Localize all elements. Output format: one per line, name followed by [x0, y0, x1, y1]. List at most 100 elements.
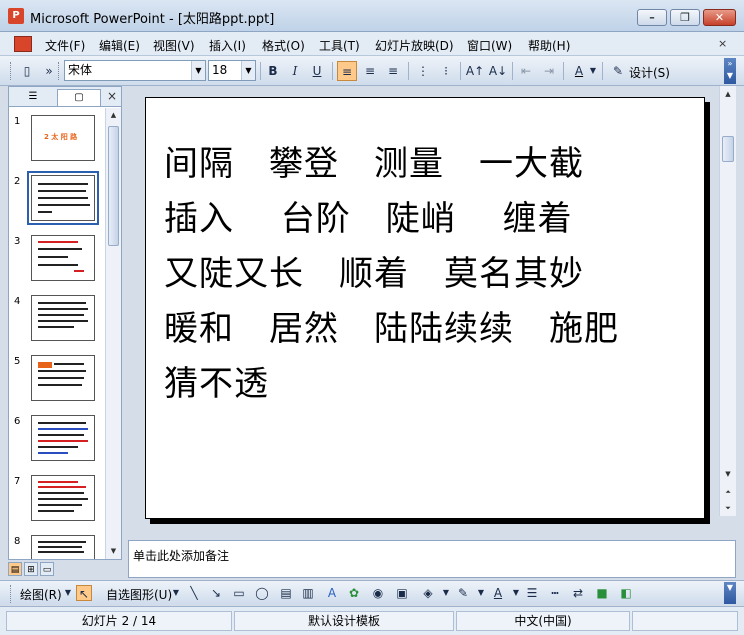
toolbar-grip[interactable] — [10, 585, 13, 603]
scroll-up-icon[interactable]: ▲ — [720, 86, 736, 102]
thumbnail-row[interactable]: 7 — [9, 472, 105, 532]
slide-thumbnail-1[interactable]: 2 太 阳 路 — [31, 115, 95, 161]
align-right-icon[interactable]: ≡ — [383, 61, 403, 81]
menu-help[interactable]: 帮助(H) — [528, 37, 570, 54]
document-menu-icon[interactable] — [14, 36, 32, 52]
menu-insert[interactable]: 插入(I) — [209, 37, 246, 54]
close-button[interactable]: ✕ — [703, 9, 736, 26]
next-slide-icon[interactable]: ⏷ — [720, 500, 736, 516]
normal-view-icon[interactable]: ▤ — [8, 562, 22, 576]
textbox-icon[interactable]: ▤ — [278, 585, 294, 601]
font-name-combo[interactable]: 宋体 ▼ — [64, 60, 206, 81]
arrow-icon[interactable]: ↘ — [208, 585, 224, 601]
thumbnail-row[interactable]: 3 — [9, 232, 105, 292]
line-icon[interactable]: ╲ — [186, 585, 202, 601]
align-center-icon[interactable]: ≡ — [360, 61, 380, 81]
design-icon[interactable]: ✎ — [608, 61, 628, 81]
line-style-icon[interactable]: ☰ — [524, 585, 540, 601]
bullet-list-icon[interactable]: ⁝ — [436, 61, 456, 81]
scroll-down-icon[interactable]: ▼ — [106, 544, 121, 559]
chevron-down-icon[interactable]: ▼ — [168, 585, 184, 601]
menu-edit[interactable]: 编辑(E) — [99, 37, 140, 54]
panel-close-icon[interactable]: × — [107, 89, 117, 103]
menu-window[interactable]: 窗口(W) — [467, 37, 512, 54]
menu-slideshow[interactable]: 幻灯片放映(D) — [375, 37, 454, 54]
design-template-status[interactable]: 默认设计模板 — [234, 611, 454, 631]
increase-indent-icon[interactable]: ⇥ — [539, 61, 559, 81]
slide-text-line[interactable]: 猜不透 — [164, 356, 269, 405]
scroll-down-icon[interactable]: ▼ — [720, 466, 736, 482]
italic-button[interactable]: I — [285, 61, 305, 81]
scroll-thumb[interactable] — [108, 126, 119, 246]
chevron-down-icon[interactable]: ▼ — [60, 585, 76, 601]
3d-style-icon[interactable]: ◧ — [618, 585, 634, 601]
tab-slides[interactable]: ▢ — [57, 89, 101, 106]
slide-sorter-icon[interactable]: ⊞ — [24, 562, 38, 576]
decrease-font-icon[interactable]: A↓ — [488, 61, 508, 81]
thumbnail-row[interactable]: 6 — [9, 412, 105, 472]
bold-button[interactable]: B — [263, 61, 283, 81]
previous-slide-icon[interactable]: ⏶ — [720, 484, 736, 500]
document-close-button[interactable]: × — [718, 37, 727, 50]
wordart-icon[interactable]: A — [324, 585, 340, 601]
align-left-icon[interactable]: ≡ — [337, 61, 357, 81]
slide-text-line[interactable]: 插入 台阶 陡峭 缠着 — [164, 191, 573, 240]
chevron-down-icon[interactable]: ▼ — [241, 61, 255, 80]
thumbnail-row[interactable]: 2 — [9, 171, 105, 232]
slide-scrollbar[interactable]: ▲ ▼ ⏶ ⏷ — [719, 86, 736, 516]
chevron-down-icon[interactable]: ▼ — [508, 585, 524, 601]
rectangle-icon[interactable]: ▭ — [231, 585, 247, 601]
slide-text-line[interactable]: 暖和 居然 陆陆续续 施肥 — [164, 301, 619, 350]
tab-outline[interactable]: ☰ — [13, 89, 53, 106]
scroll-up-icon[interactable]: ▲ — [106, 108, 121, 123]
slide-thumbnail-6[interactable] — [31, 415, 95, 461]
notes-placeholder[interactable]: 单击此处添加备注 — [133, 547, 229, 564]
increase-font-icon[interactable]: A↑ — [465, 61, 485, 81]
slide-thumbnail-8[interactable] — [31, 535, 95, 559]
slide-text-line[interactable]: 间隔 攀登 测量 一大截 — [164, 136, 584, 185]
oval-icon[interactable]: ◯ — [254, 585, 270, 601]
slide-thumbnail-3[interactable] — [31, 235, 95, 281]
slide-text-line[interactable]: 又陡又长 顺着 莫名其妙 — [164, 246, 584, 295]
slide-thumbnail-2[interactable] — [27, 171, 99, 225]
font-color-icon[interactable]: A — [490, 585, 506, 601]
toolbar-overflow-icon[interactable]: » ▼ — [724, 58, 736, 84]
design-button[interactable]: 设计(S) — [629, 64, 670, 81]
minimize-button[interactable]: – — [637, 9, 667, 26]
dash-style-icon[interactable]: ┅ — [547, 585, 563, 601]
toolbar-overflow-icon[interactable]: ▼ — [724, 582, 736, 604]
thumbnail-row[interactable]: 4 — [9, 292, 105, 352]
slideshow-icon[interactable]: ▭ — [40, 562, 54, 576]
vertical-textbox-icon[interactable]: ▥ — [300, 585, 316, 601]
numbered-list-icon[interactable]: ⋮ — [413, 61, 433, 81]
autoshapes-button[interactable]: 自选图形(U) — [106, 586, 172, 603]
menu-file[interactable]: 文件(F) — [45, 37, 85, 54]
toolbar-grip-2[interactable] — [58, 62, 61, 80]
slide-thumbnail-4[interactable] — [31, 295, 95, 341]
fill-color-icon[interactable]: ◈ — [420, 585, 436, 601]
restore-button[interactable]: ❐ — [670, 9, 700, 26]
chevron-down-icon[interactable]: ▼ — [191, 61, 205, 80]
chevron-down-icon[interactable]: ▼ — [588, 61, 598, 81]
line-color-icon[interactable]: ✎ — [455, 585, 471, 601]
toolbar-grip[interactable] — [10, 62, 13, 80]
diagram-icon[interactable]: ✿ — [346, 585, 362, 601]
arrow-style-icon[interactable]: ⇄ — [570, 585, 586, 601]
slide-thumbnail-7[interactable] — [31, 475, 95, 521]
menu-view[interactable]: 视图(V) — [153, 37, 195, 54]
notes-pane[interactable]: 单击此处添加备注 — [128, 540, 736, 578]
underline-button[interactable]: U — [307, 61, 327, 81]
slide-thumbnail-5[interactable] — [31, 355, 95, 401]
thumbnail-row[interactable]: 8 — [9, 532, 105, 559]
thumbnail-scrollbar[interactable]: ▲ ▼ — [105, 108, 121, 559]
menu-format[interactable]: 格式(O) — [262, 37, 305, 54]
powerpoint-app-icon[interactable]: P — [8, 8, 24, 24]
thumbnail-row[interactable]: 1 2 太 阳 路 — [9, 112, 105, 172]
current-slide[interactable]: 间隔 攀登 测量 一大截 插入 台阶 陡峭 缠着 又陡又长 顺着 莫名其妙 暖和… — [145, 97, 705, 519]
clipart-icon[interactable]: ◉ — [370, 585, 386, 601]
decrease-indent-icon[interactable]: ⇤ — [516, 61, 536, 81]
chevron-down-icon[interactable]: ▼ — [473, 585, 489, 601]
chevron-down-icon[interactable]: ▼ — [438, 585, 454, 601]
draw-menu-button[interactable]: 绘图(R) — [20, 586, 62, 603]
select-pointer-icon[interactable]: ↖ — [76, 585, 92, 601]
